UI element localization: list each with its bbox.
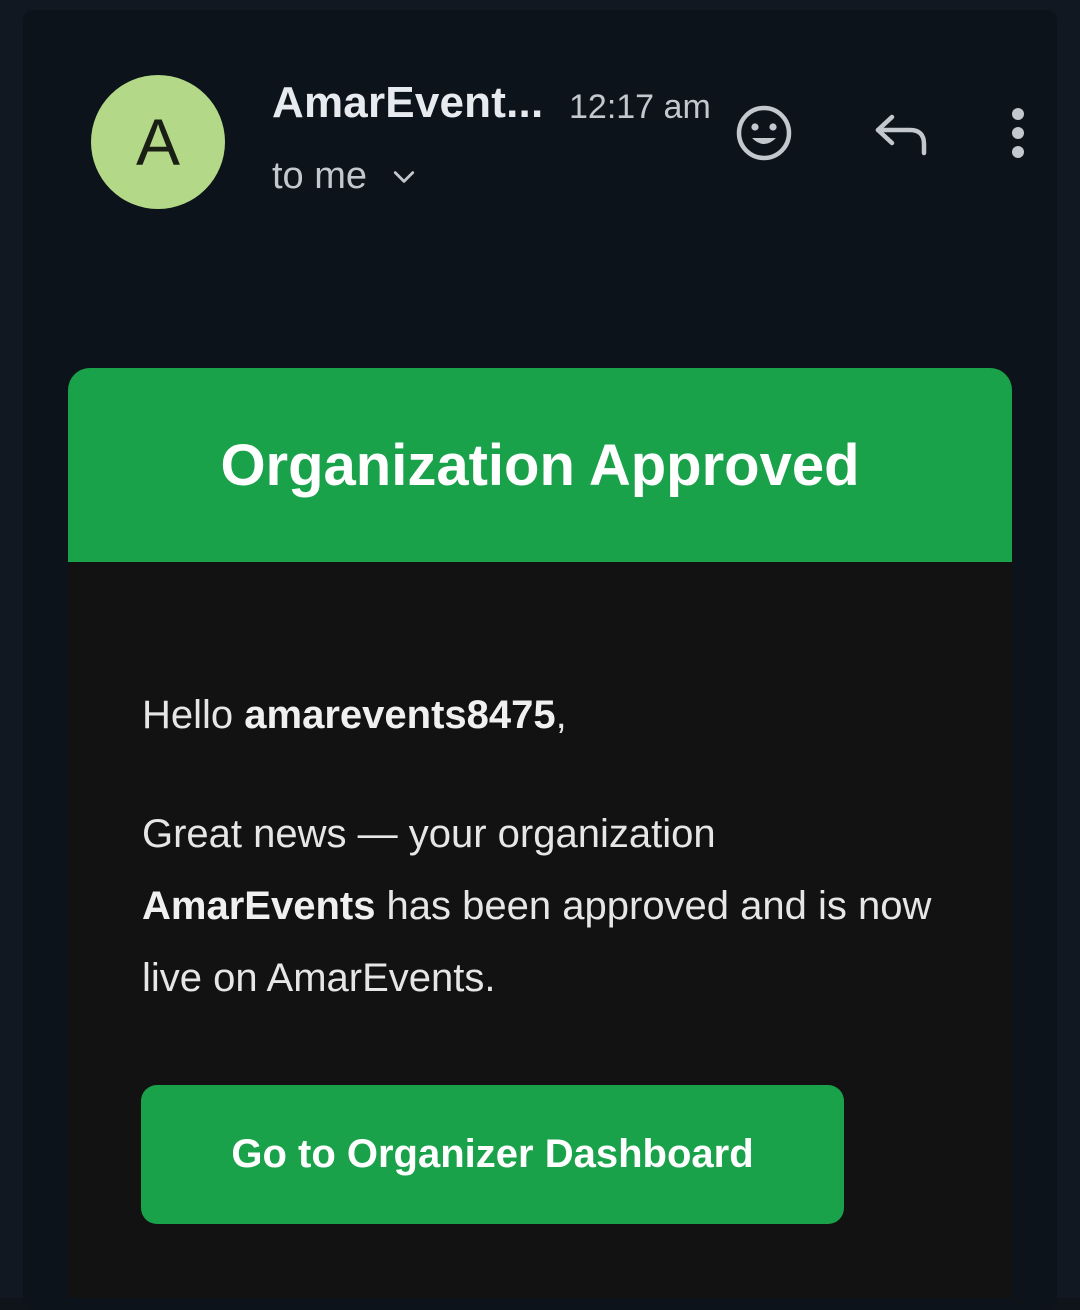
greeting-username: amarevents8475	[244, 693, 556, 737]
more-vert-icon	[1012, 108, 1024, 158]
recipient-label: to me	[272, 155, 368, 197]
organizer-dashboard-button[interactable]: Go to Organizer Dashboard	[141, 1085, 844, 1224]
banner-title: Organization Approved	[220, 432, 860, 498]
add-reaction-button[interactable]	[731, 100, 797, 166]
emoji-reaction-icon	[736, 105, 792, 161]
message-part1: Great news — your organization	[142, 812, 716, 856]
approval-banner: Organization Approved	[68, 368, 1012, 562]
more-options-button[interactable]	[991, 100, 1045, 166]
approval-message: Great news — your organization AmarEvent…	[142, 798, 942, 1014]
reply-button[interactable]	[869, 105, 933, 161]
sender-avatar[interactable]: A	[91, 75, 225, 209]
greeting-suffix: ,	[555, 693, 567, 737]
greeting-prefix: Hello	[142, 693, 245, 737]
message-time: 12:17 am	[569, 88, 711, 126]
avatar-letter: A	[135, 105, 181, 179]
chevron-down-icon	[393, 170, 415, 183]
message-org-name: AmarEvents	[142, 884, 376, 928]
reply-icon	[875, 114, 927, 156]
greeting-line: Hello amarevents8475,	[142, 693, 567, 738]
dashboard-button-label: Go to Organizer Dashboard	[231, 1132, 754, 1176]
sender-name[interactable]: AmarEvent...	[272, 78, 543, 128]
email-body: Organization Approved Hello amarevents84…	[68, 368, 1012, 1298]
recipient-details-toggle[interactable]: to me	[272, 155, 419, 198]
app-frame: A AmarEvent... 12:17 am to me Organizati…	[0, 0, 1080, 1310]
